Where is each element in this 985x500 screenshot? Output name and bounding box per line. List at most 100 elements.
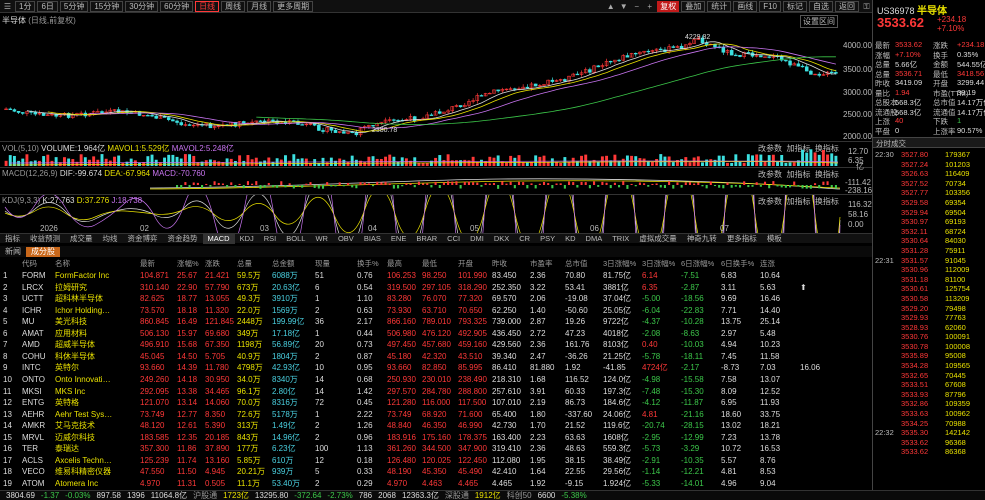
table-row[interactable]: 12 ENTG 英特格 121.070 13.14 14.060 70.0万 8316万 72 0… xyxy=(0,397,872,409)
table-row[interactable]: 8 COHU 科休半导体 45.045 14.50 5.705 40.9万 1804万 2 0.8… xyxy=(0,351,872,363)
table-row[interactable]: 16 TER 泰瑞达 357.300 11.86 37.890 177万 6.23亿 100 1.… xyxy=(0,443,872,455)
period-button[interactable]: 5分钟 xyxy=(59,0,89,12)
column-header[interactable]: 名称 xyxy=(55,259,139,269)
indicator-tab[interactable]: DMI xyxy=(465,234,489,244)
column-header[interactable]: 现量 xyxy=(315,259,355,269)
toolbar-item[interactable]: F10 xyxy=(759,0,781,12)
table-row[interactable]: 2 LRCX 拉姆研究 310.140 22.90 57.790 673万 20.63亿 6 0.… xyxy=(0,282,872,294)
indicator-tab[interactable]: MACD xyxy=(202,233,235,244)
column-header[interactable]: 涨跌 xyxy=(205,259,237,269)
period-button[interactable]: 月线 xyxy=(247,0,272,12)
period-button[interactable]: 30分钟 xyxy=(125,0,159,12)
zoom-out-icon[interactable]: − xyxy=(631,1,642,12)
column-header[interactable]: 3日涨幅% xyxy=(642,259,680,269)
indicator-tab[interactable]: TRIX xyxy=(607,234,634,244)
column-header[interactable]: 最高 xyxy=(387,259,421,269)
indicator-tab[interactable]: 模板 xyxy=(762,234,787,244)
menu-icon[interactable]: ☰ xyxy=(2,1,13,12)
ticks-list[interactable]: 22:30 3527.80 179367 3527.24 101203 3526.63 11… xyxy=(873,150,985,490)
macd-bar xyxy=(747,185,750,188)
column-header[interactable]: 总市值 xyxy=(565,259,603,269)
tick-price: 3527.52 xyxy=(901,178,929,188)
chevron-down-icon[interactable]: ▼ xyxy=(618,1,629,12)
indicator-tab[interactable]: 收益预测 xyxy=(25,234,65,244)
indicator-tab[interactable]: BRAR xyxy=(411,234,442,244)
zoom-in-icon[interactable]: + xyxy=(644,1,655,12)
indicator-tab[interactable]: KD xyxy=(560,234,580,244)
period-button[interactable]: 更多周期 xyxy=(273,0,314,12)
toolbar-item[interactable]: 叠加 xyxy=(681,0,706,12)
column-header[interactable]: 最低 xyxy=(422,259,458,269)
period-button[interactable]: 1分 xyxy=(15,0,36,12)
column-header[interactable]: 涨幅% xyxy=(177,259,205,269)
period-button[interactable]: 15分钟 xyxy=(90,0,124,12)
indicator-tab[interactable]: 更多指标 xyxy=(722,234,762,244)
table-row[interactable]: 7 AMD 超威半导体 496.910 15.68 67.350 1198万 56.89亿 20… xyxy=(0,339,872,351)
indicator-tab[interactable]: BIAS xyxy=(359,234,386,244)
period-button[interactable]: 周线 xyxy=(221,0,246,12)
column-header[interactable]: 换手% xyxy=(357,259,387,269)
table-row[interactable]: 5 MU 美光科技 860.845 16.49 121.845 2448万 199.99亿 36… xyxy=(0,316,872,328)
column-header[interactable]: 最新 xyxy=(140,259,176,269)
table-row[interactable]: 13 AEHR Aehr Test Sys… 73.749 12.77 8.350 72.6… xyxy=(0,409,872,421)
indicator-tab[interactable]: CCI xyxy=(442,234,465,244)
table-row[interactable]: 15 MRVL 迈威尔科技 183.585 12.35 20.185 843万 14.96亿 2… xyxy=(0,432,872,444)
indicator-tab[interactable]: 指标 xyxy=(0,234,25,244)
column-header[interactable]: 昨收 xyxy=(492,259,530,269)
toolbar-item[interactable]: 画线 xyxy=(733,0,758,12)
toolbar-item[interactable]: 复权 xyxy=(657,0,680,12)
indicator-tab[interactable]: 资金趋势 xyxy=(163,234,203,244)
period-button[interactable]: 6日 xyxy=(37,0,58,12)
column-header[interactable]: 连涨 xyxy=(760,259,798,269)
indicator-tab[interactable]: DKX xyxy=(489,234,514,244)
table-row[interactable]: 18 VECO 维易科精密仪器 47.550 11.50 4.945 20.21万 939万 5… xyxy=(0,466,872,478)
table-row[interactable]: 9 INTC 英特尔 93.660 14.39 11.780 4798万 42.93亿 10 0.… xyxy=(0,362,872,374)
indicator-tab[interactable]: OBV xyxy=(333,234,359,244)
indicator-tab[interactable]: 均线 xyxy=(98,234,123,244)
column-header[interactable]: 6日涨幅% xyxy=(681,259,719,269)
column-header[interactable]: 总量 xyxy=(237,259,271,269)
column-header[interactable]: 6日换手% xyxy=(721,259,759,269)
indicator-tab[interactable]: DMA xyxy=(581,234,608,244)
indicator-tab[interactable]: BOLL xyxy=(281,234,310,244)
indicator-tab[interactable]: 虚拟成交量 xyxy=(634,234,682,244)
toolbar-item[interactable]: 返回 xyxy=(835,0,859,12)
indicator-tab[interactable]: ENE xyxy=(386,234,411,244)
column-header[interactable]: 开盘 xyxy=(458,259,492,269)
toolbar-item[interactable]: 自选 xyxy=(809,0,833,12)
indicator-tab[interactable]: 成交量 xyxy=(65,234,98,244)
column-header[interactable]: 市盈率 xyxy=(530,259,564,269)
table-row[interactable]: 19 ATOM Atomera Inc 4.970 11.31 0.505 11.1万 53.… xyxy=(0,478,872,490)
indicator-tab[interactable]: 资金博弈 xyxy=(123,234,163,244)
macd-panel[interactable]: MACD(12,26,9) DIF:-99.674 DEA:-67.964 MA… xyxy=(0,168,872,195)
tab-constituents[interactable]: 成分股 xyxy=(26,246,60,257)
table-row[interactable]: 1 FORM FormFactor Inc 104.871 25.67 21.421 59.… xyxy=(0,270,872,282)
column-header[interactable]: 总金额 xyxy=(272,259,314,269)
column-header[interactable]: 代码 xyxy=(22,259,54,269)
table-row[interactable]: 6 AMAT 应用材料 506.130 15.97 69.680 349万 17.18亿 1 0.… xyxy=(0,328,872,340)
tab-news[interactable]: 新闻 xyxy=(0,247,26,257)
indicator-tab[interactable]: RSI xyxy=(259,234,282,244)
volume-panel[interactable]: VOL(5,10) VOLUME:1.964亿 MAVOL1:5.529亿 MA… xyxy=(0,142,872,171)
period-button[interactable]: 日线 xyxy=(195,0,220,12)
table-row[interactable]: 3 UCTT 超科林半导体 82.625 18.77 13.055 49.3万 3910万 1 1… xyxy=(0,293,872,305)
toolbar-item[interactable]: 统计 xyxy=(707,0,732,12)
indicator-tab[interactable]: 神奇九转 xyxy=(682,234,722,244)
indicator-tab[interactable]: CR xyxy=(514,234,535,244)
table-row[interactable]: 10 ONTO Onto Innovati… 249.260 14.18 30.950 34… xyxy=(0,374,872,386)
macd-bar xyxy=(622,181,625,185)
chevron-up-icon[interactable]: ▲ xyxy=(605,1,616,12)
column-header[interactable]: 3日涨幅% xyxy=(603,259,641,269)
lock-icon[interactable]: ⚿ xyxy=(861,1,872,12)
table-row[interactable]: 4 ICHR Ichor Holding… 73.570 18.18 11.320 22.0… xyxy=(0,305,872,317)
indicator-tab[interactable]: KDJ xyxy=(235,234,259,244)
indicator-tab[interactable]: WR xyxy=(310,234,333,244)
table-row[interactable]: 17 ACLS Axcelis Techn… 125.239 11.74 13.160 5.… xyxy=(0,455,872,467)
table-row[interactable]: 14 AMKR 艾马克技术 48.120 12.61 5.390 313万 1.49亿 2 1.2… xyxy=(0,420,872,432)
period-button[interactable]: 60分钟 xyxy=(160,0,194,12)
table-row[interactable]: 11 MKSI MKS Inc 292.095 13.38 34.465 96.1万 2.80… xyxy=(0,386,872,398)
toolbar-item[interactable]: 标记 xyxy=(783,0,807,12)
kdj-panel[interactable]: KDJ(9,3,3) K:27.763 D:37.276 J:18.738 改参… xyxy=(0,195,872,233)
kline-panel[interactable]: 半导体 (日线,前复权) 设置区间 4229.82 2380.78 4000.0… xyxy=(0,14,872,142)
indicator-tab[interactable]: PSY xyxy=(535,234,560,244)
